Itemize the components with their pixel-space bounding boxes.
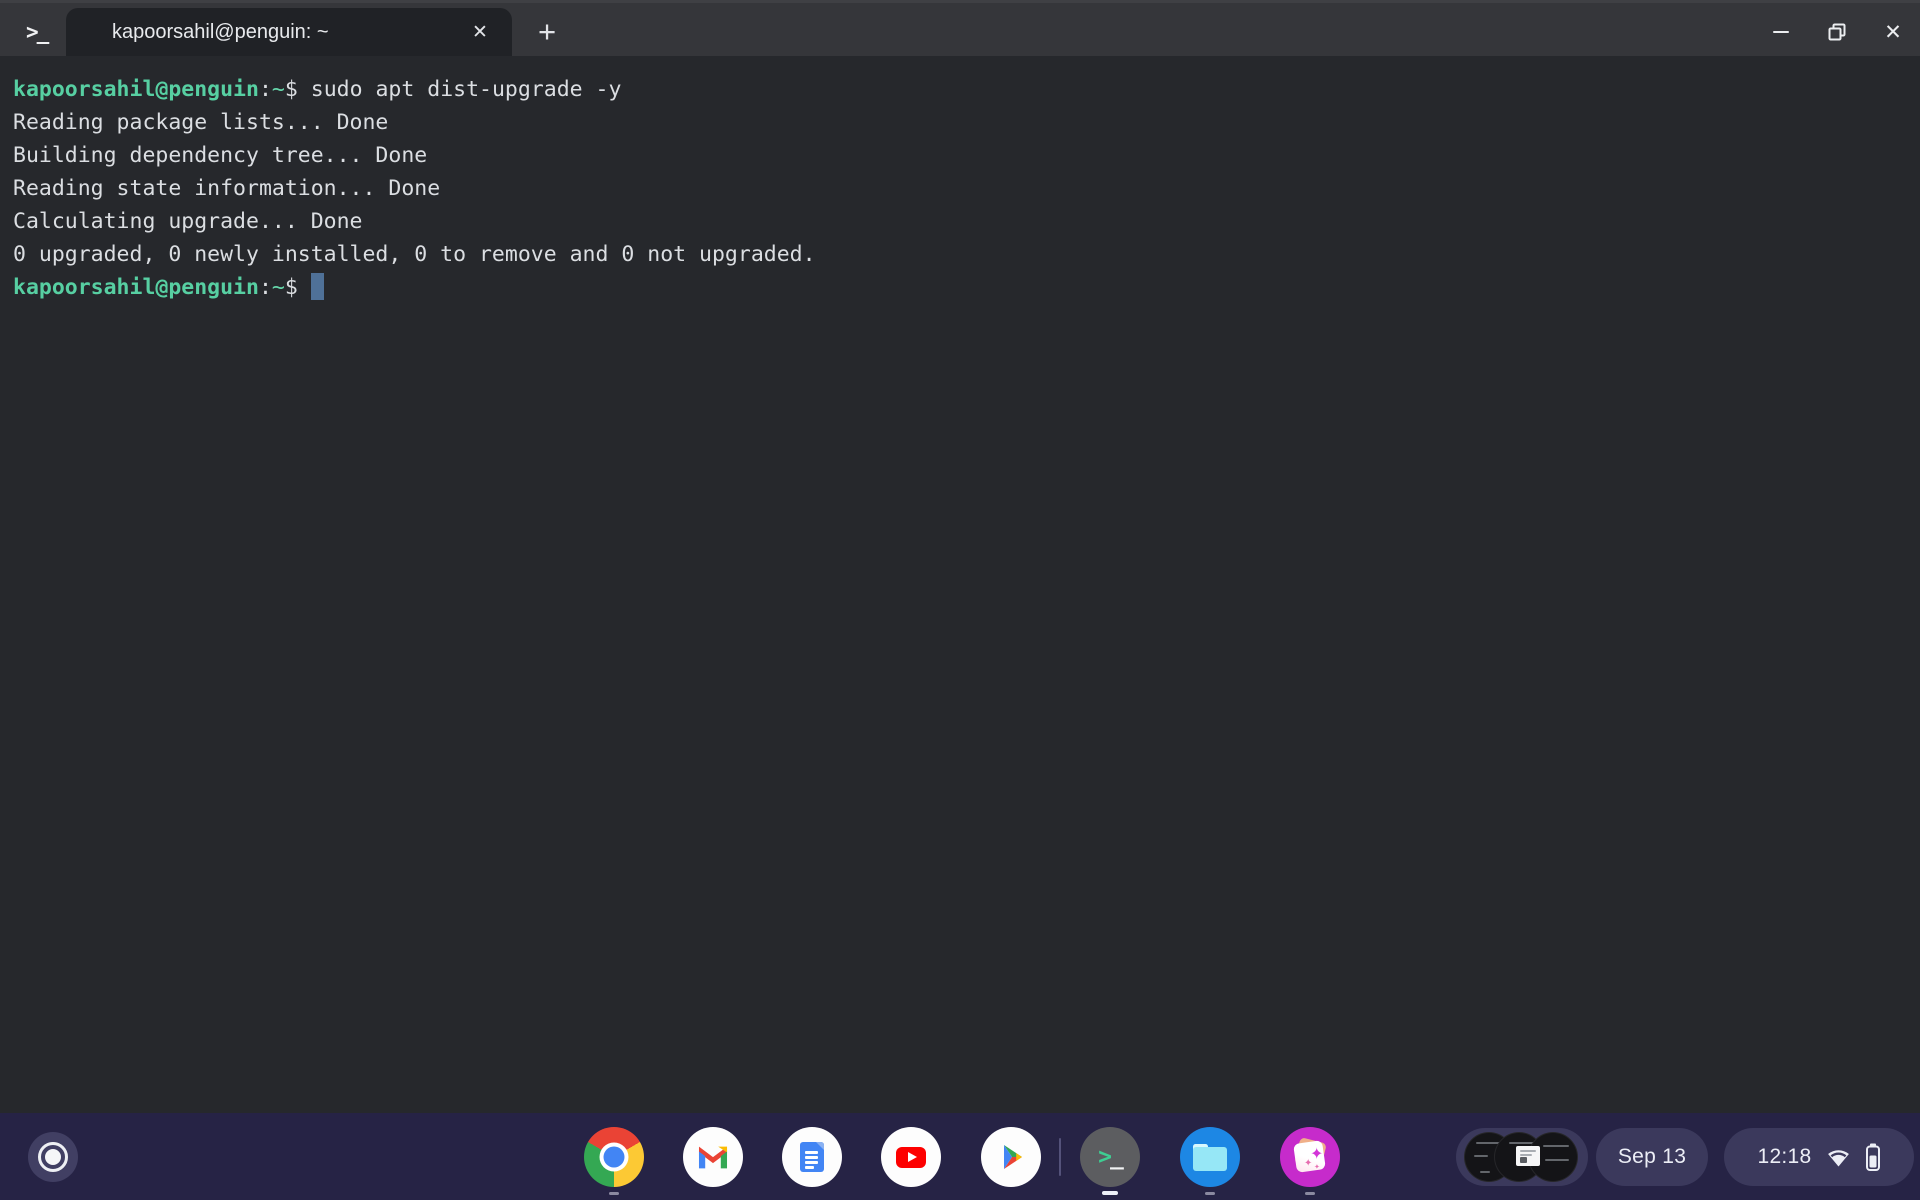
- restore-icon: [1827, 22, 1847, 42]
- terminal-output: kapoorsahil@penguin:~$ sudo apt dist-upg…: [13, 73, 816, 304]
- screenshot-dialog-thumb: [1516, 1146, 1540, 1166]
- terminal-app-glyph-icon: >_: [26, 8, 47, 56]
- output-line: Reading package lists... Done: [13, 106, 816, 139]
- command-text: sudo apt dist-upgrade -y: [311, 77, 622, 102]
- window-controls: ✕: [1768, 8, 1906, 56]
- shelf: >_ ✦ ✦ ✦: [0, 1113, 1920, 1200]
- launcher-button[interactable]: [28, 1132, 78, 1182]
- terminal-icon: >_: [1098, 1146, 1122, 1169]
- output-line: Reading state information... Done: [13, 172, 816, 205]
- shelf-app-gallery[interactable]: ✦ ✦ ✦: [1280, 1127, 1340, 1187]
- running-indicator-chrome: [609, 1192, 619, 1195]
- prompt-user-host: kapoorsahil@penguin: [13, 77, 259, 102]
- shelf-app-chrome[interactable]: [584, 1127, 644, 1187]
- terminal-cursor: [311, 273, 324, 300]
- window-tab-strip: >_ kapoorsahil@penguin: ~ ✕ + ✕: [0, 0, 1920, 56]
- prompt-user-host: kapoorsahil@penguin: [13, 275, 259, 300]
- files-icon: [1193, 1144, 1227, 1171]
- terminal-screen[interactable]: kapoorsahil@penguin:~$ sudo apt dist-upg…: [0, 56, 1920, 1113]
- terminal-command-line: kapoorsahil@penguin:~$ sudo apt dist-upg…: [13, 73, 816, 106]
- close-window-button[interactable]: ✕: [1880, 19, 1906, 45]
- wifi-icon: [1825, 1145, 1852, 1169]
- shelf-app-terminal[interactable]: >_: [1080, 1127, 1140, 1187]
- minimize-icon: [1773, 31, 1789, 33]
- shelf-app-play-store[interactable]: [981, 1127, 1041, 1187]
- chrome-icon: [584, 1127, 644, 1187]
- output-line: 0 upgraded, 0 newly installed, 0 to remo…: [13, 238, 816, 271]
- screen: >_ kapoorsahil@penguin: ~ ✕ + ✕ kapoorsa…: [0, 0, 1920, 1200]
- restore-button[interactable]: [1824, 19, 1850, 45]
- time-label: 12:18: [1757, 1145, 1811, 1169]
- tab-title: kapoorsahil@penguin: ~: [66, 21, 329, 44]
- shelf-app-gmail[interactable]: [683, 1127, 743, 1187]
- play-store-icon: [987, 1133, 1035, 1181]
- running-indicator-gallery: [1305, 1192, 1315, 1195]
- prompt-path: ~: [272, 275, 285, 300]
- output-line: Calculating upgrade... Done: [13, 205, 816, 238]
- output-line: Building dependency tree... Done: [13, 139, 816, 172]
- date-label: Sep 13: [1618, 1145, 1686, 1169]
- shelf-app-docs[interactable]: [782, 1127, 842, 1187]
- close-icon: ✕: [1884, 22, 1902, 43]
- shelf-app-youtube[interactable]: [881, 1127, 941, 1187]
- calendar-date-button[interactable]: Sep 13: [1596, 1128, 1708, 1186]
- gmail-icon: [696, 1144, 730, 1171]
- minimize-button[interactable]: [1768, 19, 1794, 45]
- shelf-divider: [1059, 1138, 1061, 1176]
- running-indicator-terminal: [1102, 1191, 1118, 1195]
- status-tray-button[interactable]: 12:18: [1724, 1128, 1914, 1186]
- terminal-tab[interactable]: kapoorsahil@penguin: ~ ✕: [66, 8, 512, 56]
- holding-space-button[interactable]: [1456, 1128, 1588, 1186]
- battery-icon: [1865, 1143, 1881, 1171]
- terminal-prompt-line: kapoorsahil@penguin:~$: [13, 271, 816, 304]
- running-indicator-files: [1205, 1192, 1215, 1195]
- prompt-path: ~: [272, 77, 285, 102]
- youtube-icon: [896, 1147, 926, 1168]
- docs-icon: [800, 1142, 824, 1172]
- shelf-app-files[interactable]: [1180, 1127, 1240, 1187]
- screenshot-previews: [1464, 1132, 1580, 1182]
- tab-close-icon[interactable]: ✕: [466, 18, 494, 46]
- new-tab-button[interactable]: +: [528, 13, 566, 51]
